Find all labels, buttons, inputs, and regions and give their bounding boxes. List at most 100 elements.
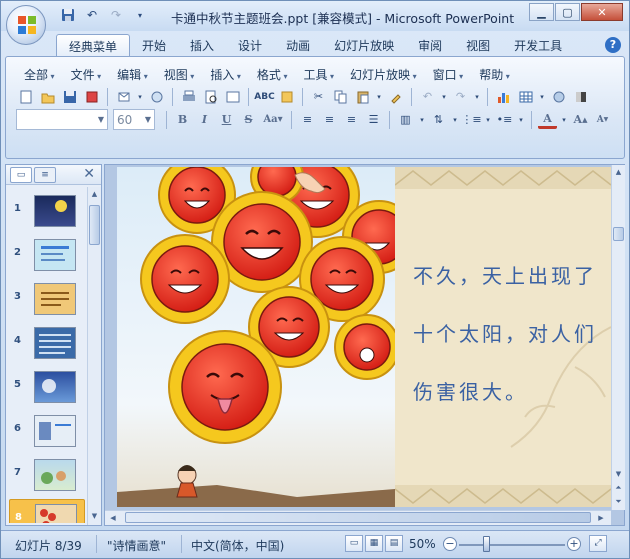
clipart-icon[interactable] [549,87,568,106]
grayscale-icon[interactable] [571,87,590,106]
save-icon[interactable] [59,7,77,23]
scroll-down-icon[interactable]: ▼ [88,509,101,523]
theme-name[interactable]: "诗情画意" [107,537,166,554]
dropdown-arrow-icon[interactable]: ▾ [451,110,459,129]
redo-icon[interactable]: ↷ [451,87,470,106]
menu-slideshow[interactable]: 幻灯片放映 [344,65,423,84]
next-slide-icon[interactable]: ⏷ [612,495,625,509]
columns-icon[interactable]: ▥ [396,110,415,129]
paste-icon[interactable] [353,87,372,106]
font-color-icon[interactable]: A [538,110,557,129]
menu-insert[interactable]: 插入 [204,65,247,84]
undo-icon[interactable]: ↶ [83,7,101,23]
save-icon[interactable] [60,87,79,106]
cut-icon[interactable]: ✂ [309,87,328,106]
slideshow-view-icon[interactable]: ▤ [385,535,403,552]
dropdown-arrow-icon[interactable]: ▾ [484,110,492,129]
zoom-slider-thumb[interactable] [482,536,490,552]
scroll-up-icon[interactable]: ▲ [88,187,101,201]
fit-to-window-icon[interactable]: ⤢ [589,535,607,552]
scroll-left-icon[interactable]: ◀ [107,511,119,525]
numbering-icon[interactable]: ⋮≡ [461,110,481,129]
font-size-combo[interactable]: 60 ▼ [113,109,155,130]
bullets-icon[interactable]: •≡ [495,110,514,129]
editor-vertical-scrollbar[interactable]: ▲ ▼ ⏶ ⏷ [611,165,625,510]
slide-thumbnail[interactable]: 5 [9,367,85,407]
previous-slide-icon[interactable]: ⏶ [612,481,625,495]
grow-font-icon[interactable]: A ▲ [571,110,590,129]
dropdown-arrow-icon[interactable]: ▾ [517,110,525,129]
slide-thumbnail[interactable]: 1 [9,191,85,231]
zoom-in-icon[interactable]: + [567,537,581,551]
slide-thumbnail[interactable]: 3 [9,279,85,319]
help-icon[interactable]: ? [605,37,621,53]
close-panel-icon[interactable]: ✕ [83,166,95,182]
justify-icon[interactable]: ☰ [364,110,383,129]
close-button[interactable]: ✕ [581,3,623,21]
menu-edit[interactable]: 编辑 [111,65,154,84]
tab-developer[interactable]: 开发工具 [502,34,574,56]
shrink-font-icon[interactable]: A ▼ [593,110,612,129]
bold-icon[interactable]: B [173,110,192,129]
slide-thumbnail-selected[interactable]: 8 [9,499,85,523]
slide-body-text[interactable]: 不久，天上出现了十个太阳，对人们伤害很大。 [413,247,603,421]
insert-chart-icon[interactable] [494,87,513,106]
print-icon[interactable] [179,87,198,106]
tab-animation[interactable]: 动画 [274,34,322,56]
slide-thumbnail[interactable]: 7 [9,455,85,495]
tab-view[interactable]: 视图 [454,34,502,56]
change-case-icon[interactable]: Aa▾ [261,110,285,129]
research-icon[interactable] [223,87,242,106]
email-icon[interactable] [114,87,133,106]
menu-view[interactable]: 视图 [158,65,201,84]
slide-thumbnail[interactable]: 6 [9,411,85,451]
align-left-icon[interactable]: ≡ [298,110,317,129]
tab-design[interactable]: 设计 [226,34,274,56]
panel-scrollbar[interactable]: ▲ ▼ [87,187,101,525]
italic-icon[interactable]: I [195,110,214,129]
align-center-icon[interactable]: ≡ [320,110,339,129]
tab-classic-menu[interactable]: 经典菜单 [56,34,131,56]
office-button[interactable] [6,5,46,45]
slides-tab-icon[interactable]: ▭ [10,167,32,183]
scroll-right-icon[interactable]: ▶ [595,511,607,525]
tab-review[interactable]: 审阅 [406,34,454,56]
strikethrough-icon[interactable]: S [239,110,258,129]
current-slide[interactable]: 不久，天上出现了十个太阳，对人们伤害很大。 [117,167,611,507]
dropdown-arrow-icon[interactable]: ▾ [136,87,144,106]
editor-horizontal-scrollbar[interactable]: ◀ ▶ [105,510,611,525]
align-right-icon[interactable]: ≡ [342,110,361,129]
horizontal-scroll-thumb[interactable] [125,512,591,523]
menu-file[interactable]: 文件 [65,65,108,84]
customize-chevron-icon[interactable]: ▾ [131,7,149,23]
dropdown-arrow-icon[interactable]: ▾ [538,87,546,106]
dropdown-arrow-icon[interactable]: ▾ [440,87,448,106]
outline-tab-icon[interactable]: ≡ [34,167,56,183]
slide-sorter-icon[interactable]: ▦ [365,535,383,552]
menu-help[interactable]: 帮助 [473,65,516,84]
dropdown-arrow-icon[interactable]: ▾ [560,110,568,129]
copy-icon[interactable] [331,87,350,106]
insert-table-icon[interactable] [516,87,535,106]
zoom-slider-track[interactable] [459,544,565,546]
maximize-button[interactable]: ▢ [555,3,580,21]
undo-icon[interactable]: ↶ [418,87,437,106]
dropdown-arrow-icon[interactable]: ▾ [418,110,426,129]
normal-view-icon[interactable]: ▭ [345,535,363,552]
language-indicator[interactable]: 中文(简体，中国) [191,537,284,554]
underline-icon[interactable]: U [217,110,236,129]
menu-window[interactable]: 窗口 [427,65,470,84]
permission-icon[interactable] [82,87,101,106]
text-direction-icon[interactable]: ⇅ [429,110,448,129]
tab-home[interactable]: 开始 [130,34,178,56]
minimize-button[interactable]: ▁ [529,3,554,21]
zoom-out-icon[interactable]: − [443,537,457,551]
scroll-down-icon[interactable]: ▼ [612,467,625,481]
spelling-icon[interactable]: ABC [254,87,274,106]
format-painter-icon[interactable] [386,87,405,106]
zoom-percent[interactable]: 50% [409,537,436,551]
font-name-combo[interactable]: ▼ [16,109,108,130]
attach-icon[interactable] [147,87,166,106]
translate-icon[interactable] [277,87,296,106]
tab-slideshow[interactable]: 幻灯片放映 [322,34,406,56]
